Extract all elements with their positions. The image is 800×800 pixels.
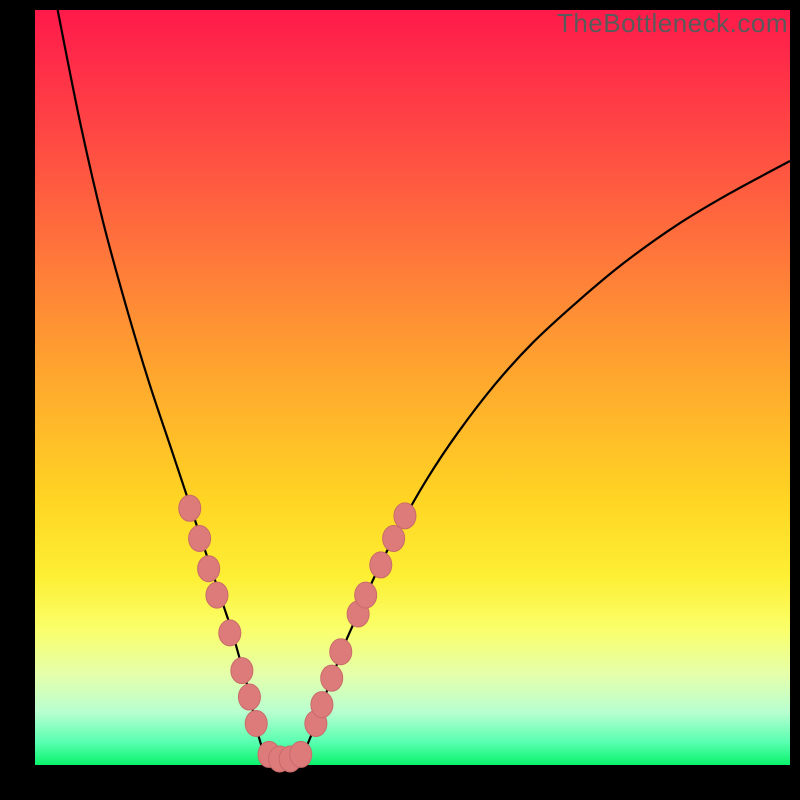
data-marker xyxy=(179,495,201,521)
data-marker xyxy=(231,658,253,684)
data-marker xyxy=(394,503,416,529)
data-marker xyxy=(370,552,392,578)
data-marker xyxy=(206,582,228,608)
data-marker xyxy=(311,692,333,718)
curve-right-branch xyxy=(307,161,790,746)
chart-area xyxy=(35,10,790,765)
data-marker xyxy=(238,684,260,710)
data-marker xyxy=(355,582,377,608)
data-marker xyxy=(330,639,352,665)
data-marker xyxy=(290,741,312,767)
watermark-text: TheBottleneck.com xyxy=(557,8,788,39)
data-marker xyxy=(198,556,220,582)
data-marker xyxy=(245,710,267,736)
bottleneck-curve-plot xyxy=(35,10,790,765)
data-markers xyxy=(179,495,416,772)
data-marker xyxy=(189,526,211,552)
data-marker xyxy=(219,620,241,646)
data-marker xyxy=(383,526,405,552)
data-marker xyxy=(321,665,343,691)
